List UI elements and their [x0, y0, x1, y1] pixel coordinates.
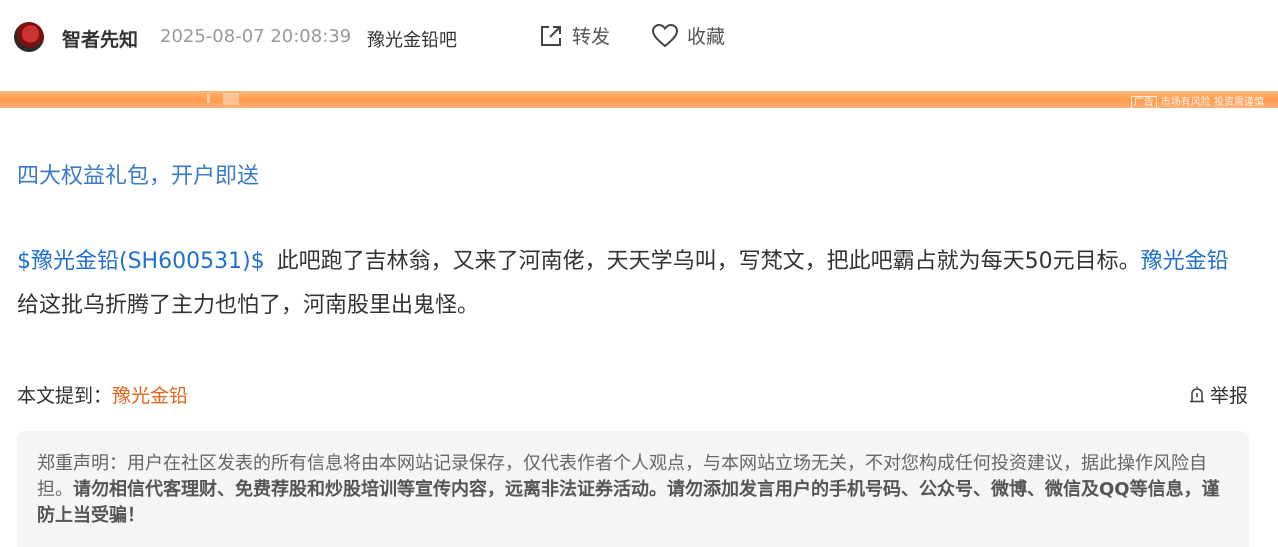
- share-label: 转发: [572, 26, 611, 48]
- report-label: 举报: [1209, 385, 1248, 407]
- ad-note-text: 市场有风险 投资需谨慎: [1160, 97, 1264, 108]
- stock-link[interactable]: $豫光金铅(SH600531)$: [17, 249, 265, 274]
- mentioned-stock-link[interactable]: 豫光金铅: [112, 385, 188, 407]
- ad-decoration: [223, 93, 239, 105]
- forum-link[interactable]: 豫光金铅吧: [367, 26, 457, 52]
- post-content: $豫光金铅(SH600531)$ 此吧跑了吉林翁，又来了河南佬，天天学乌叫，写梵文…: [17, 240, 1242, 328]
- author-name[interactable]: 智者先知: [62, 25, 138, 52]
- ad-banner[interactable]: 广告 市场有风险 投资需谨慎: [0, 91, 1278, 109]
- ad-tag: 广告: [1130, 96, 1157, 109]
- disclaimer-warning: 请勿相信代客理财、免费荐股和炒股培训等宣传内容，远离非法证券活动。请勿添加发言用…: [37, 479, 1220, 526]
- heart-icon: [651, 23, 679, 47]
- post-header: 智者先知 2025-08-07 20:08:39 豫光金铅吧 转发 收藏: [0, 0, 1278, 78]
- favorite-label: 收藏: [687, 26, 726, 48]
- share-button[interactable]: 转发: [538, 22, 610, 49]
- ad-decoration: [207, 94, 210, 103]
- content-text: 给这批乌折腾了主力也怕了，河南股里出鬼怪。: [17, 293, 480, 318]
- disclaimer-box: 郑重声明：用户在社区发表的所有信息将由本网站记录保存，仅代表作者个人观点，与本网…: [17, 431, 1249, 547]
- mentioned-stocks: 本文提到：豫光金铅: [17, 381, 188, 408]
- avatar[interactable]: [14, 22, 44, 52]
- report-button[interactable]: 举报: [1188, 381, 1248, 408]
- stock-name-link[interactable]: 豫光金铅: [1141, 249, 1229, 274]
- ad-risk-note: 广告 市场有风险 投资需谨慎: [1130, 93, 1264, 109]
- promo-link[interactable]: 四大权益礼包，开户即送: [17, 158, 259, 190]
- alert-bell-icon: [1189, 386, 1204, 402]
- share-icon: [541, 25, 561, 46]
- favorite-button[interactable]: 收藏: [651, 22, 725, 49]
- content-text: 此吧跑了吉林翁，又来了河南佬，天天学乌叫，写梵文，把此吧霸占就为每天50元目标。: [276, 249, 1141, 274]
- post-timestamp: 2025-08-07 20:08:39: [160, 26, 352, 47]
- mention-label: 本文提到：: [17, 385, 113, 407]
